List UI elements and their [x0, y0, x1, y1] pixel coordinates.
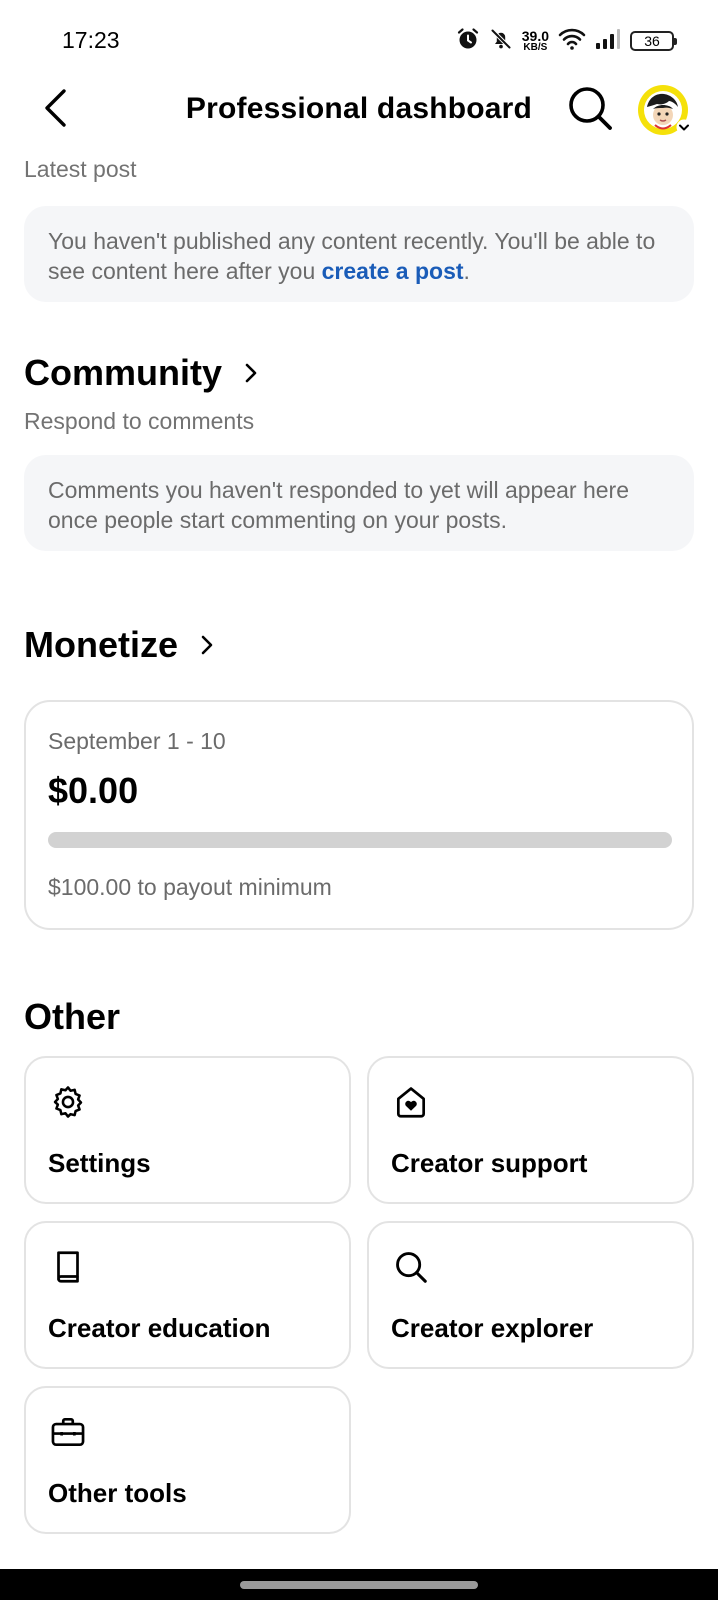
monetize-title: Monetize: [24, 624, 179, 665]
chevron-right-icon: [244, 360, 260, 386]
mute-bell-icon: [489, 27, 513, 56]
payout-minimum-text: $100.00 to payout minimum: [48, 874, 332, 900]
other-section-title: Other: [24, 996, 120, 1038]
battery-icon: 36: [630, 31, 677, 51]
status-time: 17:23: [62, 27, 120, 53]
latest-post-text-end: .: [463, 258, 470, 284]
other-tools-label: Other tools: [48, 1478, 187, 1508]
network-speed: 39.0 KB/S: [522, 29, 549, 53]
community-section-title[interactable]: Community: [24, 352, 260, 394]
monetize-amount: $0.00: [48, 770, 139, 811]
comments-empty-box: Comments you haven't responded to yet wi…: [24, 455, 694, 551]
gear-icon: [48, 1082, 88, 1122]
creator-support-tile[interactable]: Creator support: [367, 1056, 694, 1204]
search-button[interactable]: [564, 86, 616, 134]
create-post-link[interactable]: create a post: [322, 258, 464, 284]
latest-post-empty-box: You haven't published any content recent…: [24, 206, 694, 302]
monetize-card[interactable]: September 1 - 10 $0.00 $100.00 to payout…: [24, 700, 694, 930]
monetize-period: September 1 - 10: [48, 728, 226, 754]
settings-label: Settings: [48, 1148, 151, 1178]
avatar[interactable]: [638, 85, 692, 135]
search-icon: [567, 85, 613, 136]
header: Professional dashboard: [0, 82, 718, 138]
heart-house-icon: [391, 1082, 431, 1122]
creator-explorer-tile[interactable]: Creator explorer: [367, 1221, 694, 1369]
creator-support-label: Creator support: [391, 1148, 588, 1178]
latest-post-subtitle: Latest post: [24, 156, 137, 182]
alarm-icon: [456, 27, 480, 56]
settings-tile[interactable]: Settings: [24, 1056, 351, 1204]
signal-icon: [595, 28, 621, 55]
community-title: Community: [24, 352, 222, 393]
payout-progress-bar: [48, 832, 672, 848]
creator-education-label: Creator education: [48, 1313, 271, 1343]
status-bar: 17:23 39.0 KB/S 36: [0, 0, 718, 82]
home-gesture-handle[interactable]: [240, 1581, 478, 1589]
chevron-down-icon: [676, 119, 692, 135]
system-nav-bar: [0, 1569, 718, 1600]
other-title: Other: [24, 996, 121, 1037]
briefcase-icon: [48, 1412, 88, 1452]
network-speed-value: 39.0: [521, 28, 549, 44]
monetize-section-title[interactable]: Monetize: [24, 624, 216, 666]
creator-education-tile[interactable]: Creator education: [24, 1221, 351, 1369]
chevron-right-icon: [200, 632, 216, 658]
book-icon: [48, 1247, 88, 1287]
community-subtitle: Respond to comments: [24, 408, 255, 434]
network-speed-unit: KB/S: [523, 42, 548, 53]
search-icon: [391, 1247, 431, 1287]
wifi-icon: [558, 27, 586, 56]
creator-explorer-label: Creator explorer: [391, 1313, 594, 1343]
status-icons: 39.0 KB/S 36: [456, 24, 677, 58]
other-tools-tile[interactable]: Other tools: [24, 1386, 351, 1534]
